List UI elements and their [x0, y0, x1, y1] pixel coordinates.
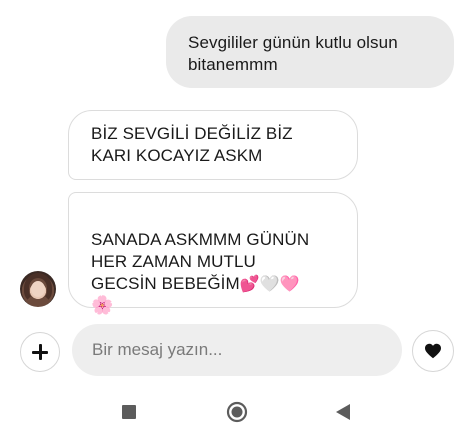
two-hearts-emoji: 💕	[239, 276, 260, 293]
outgoing-message[interactable]: Sevgililer günün kutlu olsun bitanemmm	[166, 16, 454, 88]
heart-icon	[425, 343, 441, 359]
like-button[interactable]	[412, 330, 454, 372]
triangle-back-icon[interactable]	[335, 403, 351, 421]
avatar-face	[31, 281, 45, 297]
white-heart-emoji: 🤍	[259, 276, 280, 293]
cherry-blossom-emoji: 🌸	[91, 295, 114, 315]
composer-bar	[0, 322, 474, 376]
add-button[interactable]	[20, 332, 60, 372]
incoming-message[interactable]: BİZ SEVGİLİ DEĞİLİZ BİZ KARI KOCAYIZ ASK…	[68, 110, 358, 180]
circle-icon[interactable]	[226, 401, 248, 423]
square-icon[interactable]	[122, 405, 136, 419]
pink-heart-emoji: 🩷	[279, 276, 300, 293]
system-nav-bar	[0, 386, 474, 441]
incoming-message[interactable]: SANADA ASKMMM GÜNÜN HER ZAMAN MUTLU GECS…	[68, 192, 358, 314]
message-input[interactable]	[72, 324, 402, 376]
avatar[interactable]	[20, 271, 56, 307]
chat-screen: Sevgililer günün kutlu olsun bitanemmm B…	[0, 0, 474, 441]
